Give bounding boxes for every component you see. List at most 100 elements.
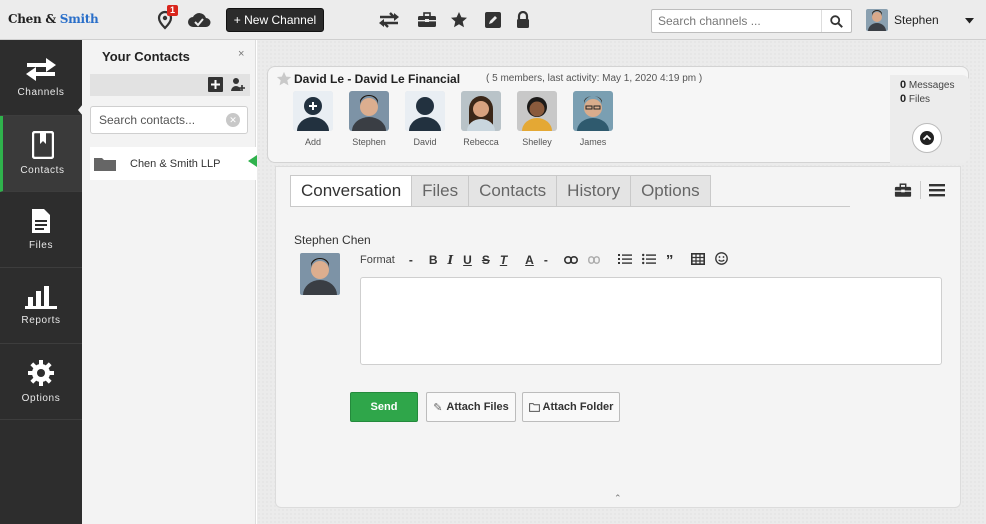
italic-icon[interactable]: I <box>448 253 454 267</box>
text-color-caret-icon[interactable]: - <box>544 253 548 267</box>
bold-icon[interactable]: B <box>429 253 438 267</box>
search-contacts-input[interactable] <box>91 107 221 133</box>
bar-chart-icon <box>25 286 57 309</box>
add-person-icon[interactable] <box>230 77 245 92</box>
panel-tools <box>894 181 945 199</box>
channel-stats: 0 Messages 0 Files <box>890 75 970 163</box>
favorite-star-icon[interactable] <box>276 71 292 87</box>
member-avatar[interactable]: James <box>569 91 617 147</box>
scroll-up-icon[interactable]: ⌃ <box>614 493 622 504</box>
briefcase-icon[interactable] <box>414 8 440 32</box>
member-photo <box>461 91 501 131</box>
nav-label: Contacts <box>20 165 65 176</box>
bulleted-list-icon[interactable] <box>641 253 656 268</box>
format-dropdown-caret-icon[interactable]: - <box>409 253 413 267</box>
files-number: 0 <box>900 93 907 105</box>
notifications-icon[interactable]: 1 <box>152 5 178 32</box>
close-icon[interactable]: × <box>238 48 244 60</box>
search-channels-input[interactable] <box>652 10 822 32</box>
underline-icon[interactable]: U <box>463 253 472 267</box>
logo-text-part1: Chen & <box>8 12 56 26</box>
star-icon[interactable] <box>446 8 472 32</box>
tab-options[interactable]: Options <box>630 175 711 207</box>
member-avatar[interactable]: Stephen <box>345 91 393 147</box>
blockquote-icon[interactable]: ” <box>666 252 674 269</box>
nav-label: Channels <box>17 87 65 98</box>
user-avatar <box>866 9 888 31</box>
strikethrough-icon[interactable]: S <box>482 253 490 267</box>
member-photo <box>573 91 613 131</box>
contact-list-item[interactable]: Chen & Smith LLP <box>90 147 256 180</box>
message-editor[interactable] <box>360 277 942 365</box>
tab-bar: Conversation Files Contacts History Opti… <box>290 175 711 207</box>
tab-files[interactable]: Files <box>411 175 470 207</box>
folder-icon <box>94 158 116 171</box>
nav-options[interactable]: Options <box>0 344 82 420</box>
link-icon[interactable] <box>563 253 578 267</box>
nav-reports[interactable]: Reports <box>0 268 82 344</box>
app-logo[interactable]: Chen & Smith <box>8 12 99 26</box>
nav-channels[interactable]: Channels <box>0 40 82 116</box>
tab-divider <box>290 206 850 207</box>
briefcase-icon[interactable] <box>894 182 912 198</box>
new-channel-button[interactable]: + New Channel <box>226 8 324 32</box>
contacts-book-icon <box>31 131 54 159</box>
collapse-header-button[interactable] <box>912 123 942 153</box>
messages-count: 0 Messages <box>900 79 954 91</box>
format-toolbar: Format - B I U S T A - ” <box>360 251 738 269</box>
files-label: Files <box>908 94 931 105</box>
member-avatar[interactable]: Shelley <box>513 91 561 147</box>
unlink-icon[interactable] <box>587 253 600 267</box>
author-avatar <box>300 253 340 295</box>
contacts-toolbar <box>90 74 250 96</box>
tab-conversation[interactable]: Conversation <box>290 175 413 207</box>
member-name: Rebecca <box>463 137 499 147</box>
member-name: David <box>413 137 437 147</box>
format-dropdown[interactable]: Format <box>360 254 395 266</box>
nav-label: Files <box>28 240 54 251</box>
tab-history[interactable]: History <box>556 175 632 207</box>
switch-arrows-icon[interactable] <box>376 8 402 32</box>
member-name: Add <box>304 137 321 147</box>
lock-icon[interactable] <box>510 8 536 32</box>
messages-label: Messages <box>908 80 955 91</box>
member-avatar[interactable]: David <box>401 91 449 147</box>
add-contact-icon[interactable] <box>208 77 223 92</box>
edit-icon[interactable] <box>480 8 506 32</box>
clear-search-icon[interactable]: ✕ <box>226 113 240 127</box>
caret-down-icon[interactable] <box>965 13 974 27</box>
nav-contacts[interactable]: Contacts <box>0 116 82 192</box>
member-photo <box>349 91 389 131</box>
member-photo <box>517 91 557 131</box>
hamburger-menu-icon[interactable] <box>929 183 945 197</box>
user-menu[interactable]: Stephen <box>866 8 978 32</box>
member-name: Stephen <box>352 137 386 147</box>
files-count: 0 Files <box>900 93 930 105</box>
nav-label: Options <box>21 393 61 404</box>
left-nav: Channels Contacts Files Reports Options <box>0 40 82 524</box>
cloud-check-icon[interactable] <box>186 8 212 32</box>
member-avatar[interactable]: Rebecca <box>457 91 505 147</box>
search-icon[interactable] <box>821 10 851 32</box>
add-member-button[interactable]: Add <box>289 91 337 147</box>
attach-folder-button[interactable]: Attach Folder <box>522 392 620 422</box>
contact-item-label: Chen & Smith LLP <box>130 157 221 170</box>
text-color-icon[interactable]: A <box>525 253 534 267</box>
clear-format-icon[interactable]: T <box>500 253 507 267</box>
member-name: Shelley <box>522 137 552 147</box>
send-button[interactable]: Send <box>350 392 418 422</box>
attach-folder-label: Attach Folder <box>542 401 614 413</box>
folder-outline-icon <box>528 402 540 412</box>
attach-files-label: Attach Files <box>446 401 509 413</box>
messages-number: 0 <box>900 79 907 91</box>
contacts-search: ✕ <box>90 106 248 134</box>
table-icon[interactable] <box>691 252 706 268</box>
emoji-icon[interactable] <box>715 252 729 268</box>
tab-contacts[interactable]: Contacts <box>468 175 558 207</box>
member-name: James <box>579 137 607 147</box>
numbered-list-icon[interactable] <box>617 253 632 268</box>
nav-files[interactable]: Files <box>0 192 82 268</box>
user-name: Stephen <box>894 13 939 27</box>
attach-files-button[interactable]: ✎ Attach Files <box>426 392 516 422</box>
file-icon <box>32 209 50 233</box>
